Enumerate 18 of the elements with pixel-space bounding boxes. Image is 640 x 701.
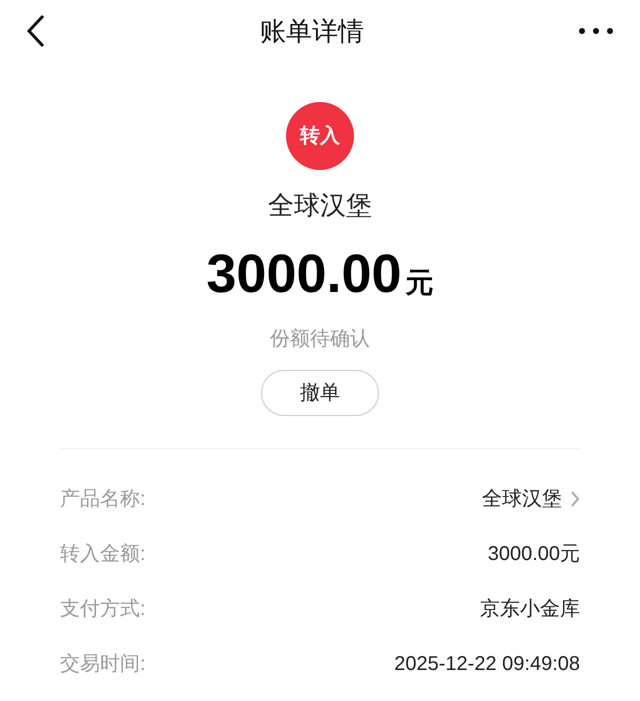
detail-link[interactable]: 全球汉堡 <box>482 484 580 514</box>
more-icon[interactable] <box>578 27 614 35</box>
back-icon[interactable] <box>26 14 46 48</box>
amount-unit: 元 <box>406 266 434 300</box>
detail-label: 转入金额: <box>60 542 146 566</box>
amount-value: 3000.00 <box>206 247 402 301</box>
detail-label: 交易时间: <box>60 652 146 676</box>
detail-value: 2025-12-22 09:49:08 <box>394 652 580 676</box>
transfer-badge: 转入 <box>286 102 354 170</box>
detail-label: 产品名称: <box>60 486 146 512</box>
cancel-order-button[interactable]: 撤单 <box>261 370 379 416</box>
status-text: 份额待确认 <box>270 327 370 352</box>
page-title: 账单详情 <box>260 14 364 48</box>
product-name: 全球汉堡 <box>268 189 372 222</box>
chevron-right-icon <box>570 490 580 508</box>
detail-value: 3000.00元 <box>488 542 580 566</box>
detail-label: 支付方式: <box>60 596 146 622</box>
detail-value: 京东小金库 <box>480 596 580 622</box>
